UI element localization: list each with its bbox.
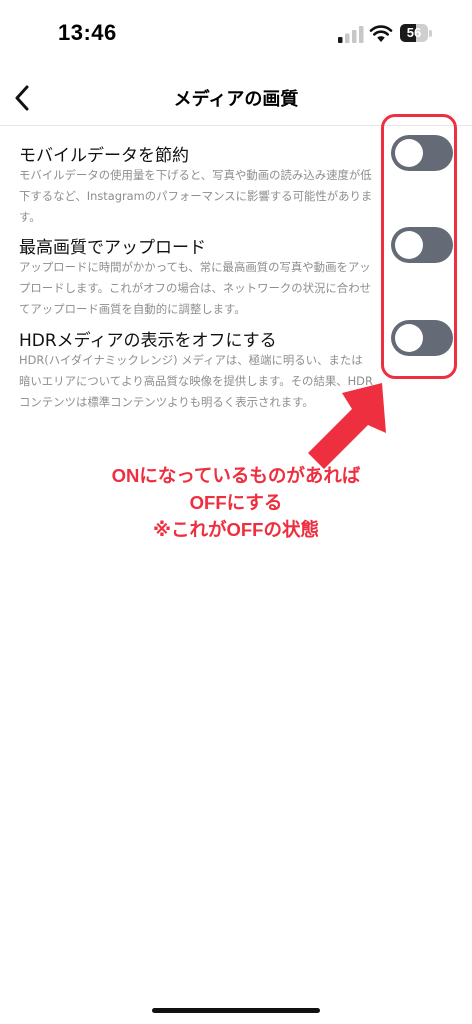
setting-title: 最高画質でアップロード [19,238,206,258]
status-time: 13:46 [58,20,117,45]
page-title: メディアの画質 [173,89,299,110]
annotation-line-2: OFFにする [189,492,283,513]
highlight-box [381,114,457,379]
signal-icon [338,26,364,43]
setting-description: モバイルデータの使用量を下げると、写真や動画の読み込み速度が低下するなど、Ins… [19,168,373,224]
setting-title: モバイルデータを節約 [19,146,189,166]
setting-title: HDRメディアの表示をオフにする [19,331,277,351]
annotation-line-3: ※これがOFFの状態 [153,519,319,540]
wifi-icon [369,25,393,42]
setting-description: アップロードに時間がかかっても、常に最高画質の写真や動画をアップロードします。こ… [19,260,371,316]
battery-icon: 56 [400,24,428,42]
annotation-text: ONになっているものがあれば OFFにする ※これがOFFの状態 [0,462,472,543]
arrow-icon [308,383,386,469]
battery-tip [429,30,432,37]
annotation-line-1: ONになっているものがあれば [111,465,361,486]
status-bar: 13:46 56 [0,0,472,70]
battery-level: 56 [406,25,422,40]
home-indicator[interactable] [152,1008,320,1013]
